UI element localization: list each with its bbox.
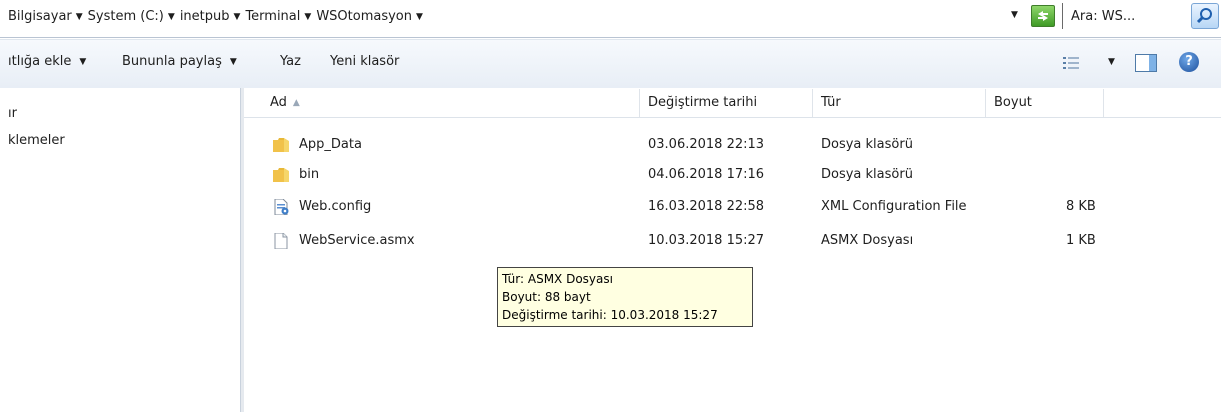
search-input[interactable]: Ara: WS... [1062,3,1163,29]
chevron-down-icon[interactable]: ▼ [76,12,83,22]
breadcrumb-inetpub[interactable]: inetpub [180,9,230,24]
preview-pane-icon [1149,55,1156,71]
view-options-icon[interactable] [1063,56,1079,70]
file-name: WebService.asmx [299,233,415,248]
column-header-date[interactable]: Değiştirme tarihi [640,89,813,117]
file-type: XML Configuration File [821,199,967,214]
breadcrumb: Bilgisayar ▼ System (C:) ▼ inetpub ▼ Terminal ▼… [8,9,428,24]
search-button[interactable] [1191,3,1219,29]
config-file-icon [274,199,289,215]
file-size: 1 KB [1066,233,1096,248]
view-options-dropdown-icon[interactable]: ▼ [1108,57,1115,67]
nav-item[interactable]: klemeler [8,133,65,148]
column-header-name-label: Ad [270,95,287,110]
sort-ascending-icon: ▲ [292,98,300,108]
address-bar-divider [0,37,1221,38]
command-toolbar: ıtlığa ekle ▼ Bununla paylaş ▼ Yaz Yeni kl… [0,40,1221,88]
tooltip-size: Boyut: 88 bayt [502,290,591,304]
tooltip-type: Tür: ASMX Dosyası [502,272,613,286]
tooltip-date: Değiştirme tarihi: 10.03.2018 15:27 [502,308,718,322]
column-header-date-label: Değiştirme tarihi [648,95,758,110]
file-date: 04.06.2018 17:16 [648,167,765,182]
column-header-size[interactable]: Boyut [986,89,1104,117]
table-row[interactable]: App_Data 03.06.2018 22:13 Dosya klasörü [244,130,1221,160]
breadcrumb-computer[interactable]: Bilgisayar [8,9,72,24]
file-type: Dosya klasörü [821,167,913,182]
search-icon [1196,8,1212,24]
table-row[interactable]: Web.config 16.03.2018 22:58 XML Configur… [244,192,1221,222]
chevron-down-icon[interactable]: ▼ [304,12,311,22]
include-in-library-button[interactable]: ıtlığa ekle ▼ [8,54,86,69]
column-header-size-label: Boyut [994,95,1032,110]
burn-button[interactable]: Yaz [280,54,301,69]
file-date: 10.03.2018 15:27 [648,233,765,248]
include-in-library-label: ıtlığa ekle [8,54,72,69]
preview-pane-button[interactable] [1135,54,1157,72]
table-row[interactable]: bin 04.06.2018 17:16 Dosya klasörü [244,160,1221,190]
chevron-down-icon: ▼ [79,57,87,67]
refresh-icon [1038,11,1048,21]
search-placeholder: Ara: WS... [1071,9,1136,24]
folder-icon [273,138,289,152]
share-with-label: Bununla paylaş [122,54,222,69]
file-name: App_Data [299,137,362,152]
column-header-type-label: Tür [821,95,841,110]
column-header-name[interactable]: Ad ▲ [244,89,640,117]
table-row[interactable]: WebService.asmx 10.03.2018 15:27 ASMX Do… [244,226,1221,256]
file-name: Web.config [299,199,372,214]
file-type: Dosya klasörü [821,137,913,152]
folder-icon [273,168,289,182]
file-size: 8 KB [1066,199,1096,214]
chevron-down-icon[interactable]: ▼ [234,12,241,22]
breadcrumb-terminal[interactable]: Terminal [245,9,300,24]
share-with-button[interactable]: Bununla paylaş ▼ [122,54,237,69]
new-folder-label: Yeni klasör [330,54,400,69]
navigation-pane: ır klemeler [0,88,240,412]
file-date: 16.03.2018 22:58 [648,199,765,214]
burn-label: Yaz [280,54,301,69]
file-name: bin [299,167,320,182]
chevron-down-icon[interactable]: ▼ [168,12,175,22]
help-icon[interactable]: ? [1179,52,1199,72]
refresh-button[interactable] [1031,5,1055,27]
chevron-down-icon: ▼ [229,57,237,67]
address-history-dropdown-icon[interactable]: ▼ [1011,10,1018,20]
breadcrumb-wsotomasyon[interactable]: WSOtomasyon [316,9,412,24]
blank-file-icon [274,233,288,249]
chevron-down-icon[interactable]: ▼ [416,12,423,22]
file-date: 03.06.2018 22:13 [648,137,765,152]
file-type: ASMX Dosyası [821,233,914,248]
breadcrumb-system-drive[interactable]: System (C:) [88,9,164,24]
nav-item[interactable]: ır [8,106,17,121]
column-header-type[interactable]: Tür [813,89,986,117]
file-info-tooltip: Tür: ASMX Dosyası Boyut: 88 bayt Değişti… [497,267,753,327]
new-folder-button[interactable]: Yeni klasör [330,54,399,69]
column-header-row: Ad ▲ Değiştirme tarihi Tür Boyut [244,89,1221,118]
address-bar: Bilgisayar ▼ System (C:) ▼ inetpub ▼ Terminal ▼… [0,0,1221,36]
